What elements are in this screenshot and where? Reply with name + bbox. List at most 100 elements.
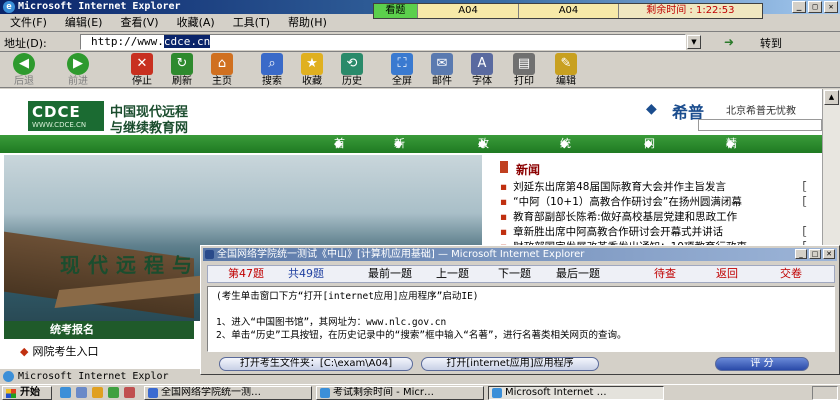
cdce-logo[interactable]: CDCE WWW.CDCE.CN — [28, 101, 104, 131]
quicklaunch-media-icon[interactable] — [92, 387, 103, 398]
menu-file[interactable]: 文件(F) — [10, 14, 47, 31]
taskbar-task[interactable]: Microsoft Internet … — [488, 386, 664, 400]
question-line: (考生单击窗口下方“打开[internet应用]应用程序”启动IE) — [216, 291, 479, 302]
toolbar-label: 邮件 — [432, 76, 452, 87]
standard-toolbar: ◀ 后退 ▶ 前进 ✕ 停止 ↻ 刷新 ⌂ 主页 ⌕ 搜索 ★ 收藏 ⟲ 历史 ⛶ 全屏 ✉ 邮件 A 字体 ▤ 打印 ✎ 编辑 — [0, 52, 840, 88]
stop-icon: ✕ — [131, 53, 153, 75]
question-text: (考生单击窗口下方“打开[internet应用]应用程序”启动IE) 1、进入“… — [207, 286, 835, 352]
quicklaunch-extra-icon[interactable] — [124, 387, 135, 398]
first-question-button[interactable]: 最前一题 — [368, 266, 412, 282]
news-item[interactable]: ▪ 刘延东出席第48届国际教育大会并作主旨发言 ［ — [500, 179, 822, 194]
quicklaunch-desktop-icon[interactable] — [76, 387, 87, 398]
next-question-button[interactable]: 下一题 — [498, 266, 531, 282]
toolbar-favorites-star-button[interactable]: ★ 收藏 — [294, 53, 330, 87]
news-date-bracket: ［ — [796, 226, 807, 238]
dialog-title: 全国网络学院统一测试《中山》[计算机应用基础] — Microsoft Inte… — [217, 249, 585, 260]
toolbar-back-arrow-button[interactable]: ◀ 后退 — [6, 53, 42, 87]
banner-text: 现代远程与 — [60, 253, 200, 277]
scroll-up-icon[interactable]: ▲ — [824, 90, 839, 105]
dialog-maximize-icon[interactable]: □ — [809, 249, 821, 259]
dialog-app-icon — [205, 250, 214, 259]
toolbar-refresh-button[interactable]: ↻ 刷新 — [164, 53, 200, 87]
sponsor-search-box[interactable] — [698, 119, 822, 131]
quicklaunch-app-icon[interactable] — [108, 387, 119, 398]
start-label: 开始 — [20, 387, 40, 398]
view-question-button[interactable]: 看题 — [374, 4, 418, 18]
toolbar-stop-button[interactable]: ✕ 停止 — [124, 53, 160, 87]
task-label: Microsoft Internet … — [505, 387, 607, 398]
taskbar-task[interactable]: 全国网络学院统一测… — [144, 386, 312, 400]
menu-view[interactable]: 查看(V) — [120, 14, 158, 31]
toolbar-label: 收藏 — [302, 76, 322, 87]
open-exam-folder-button[interactable]: 打开考生文件夹：[C:\exam\A04] — [219, 357, 413, 371]
site-name-line2: 与继续教育网 — [110, 121, 189, 136]
remaining-time: 剩余时间 : 1:22:53 — [618, 4, 762, 18]
menu-favorites[interactable]: 收藏(A) — [177, 14, 215, 31]
minimize-icon[interactable]: _ — [792, 1, 806, 13]
news-item[interactable]: ▪ 章新胜出席中阿高教合作研讨会开幕式并讲话 ［ — [500, 224, 822, 239]
dialog-close-icon[interactable]: ✕ — [823, 249, 835, 259]
fullscreen-icon: ⛶ — [391, 53, 413, 75]
score-button[interactable]: 评 分 — [715, 357, 809, 371]
return-button[interactable]: 返回 — [716, 266, 738, 282]
maximize-icon[interactable]: □ — [808, 1, 822, 13]
news-item[interactable]: ▪ “中阿（10+1）高教合作研讨会”在扬州圆满闭幕 ［ — [500, 194, 822, 209]
windows-taskbar: 开始 全国网络学院统一测… 考试剩余时间 - Micr… Microsoft Int… — [0, 384, 840, 400]
toolbar-search-button[interactable]: ⌕ 搜索 — [254, 53, 290, 87]
menu-tools[interactable]: 工具(T) — [233, 14, 270, 31]
sponsor-company[interactable]: 北京希普无忧教 — [726, 102, 796, 117]
news-item[interactable]: ▪ 教育部副部长陈希:做好高校基层党建和思政工作 — [500, 209, 822, 224]
exam-entry-label: 网院考生入口 — [32, 345, 99, 358]
menu-help[interactable]: 帮助(H) — [288, 14, 327, 31]
toolbar-label: 字体 — [472, 76, 492, 87]
address-label: 地址(D): — [4, 37, 47, 50]
question-line — [216, 303, 826, 316]
bullet-icon: ◆ — [20, 345, 29, 358]
toolbar-fullscreen-button[interactable]: ⛶ 全屏 — [384, 53, 420, 87]
toolbar-label: 刷新 — [172, 76, 192, 87]
status-text: Microsoft Internet Explor — [18, 371, 169, 382]
taskbar-task[interactable]: 考试剩余时间 - Micr… — [316, 386, 484, 400]
logo-url: WWW.CDCE.CN — [32, 121, 87, 129]
news-headline: 章新胜出席中阿高教合作研讨会开幕式并讲话 — [513, 226, 724, 238]
edit-icon: ✎ — [555, 53, 577, 75]
question-line: 2、单击“历史”工具按钮，在历史记录中的“搜索”框中输入“名著”，进行名著类相关… — [216, 330, 627, 341]
dialog-minimize-icon[interactable]: _ — [795, 249, 807, 259]
news-date-bracket: ［ — [796, 196, 807, 208]
address-input[interactable]: http://www.cdce.cn — [80, 34, 686, 50]
open-internet-app-button[interactable]: 打开[internet应用]应用程序 — [421, 357, 599, 371]
review-later-button[interactable]: 待查 — [654, 266, 676, 282]
submit-exam-button[interactable]: 交卷 — [780, 266, 802, 282]
exam-timer-bar: 看题 A04 A04 剩余时间 : 1:22:53 — [373, 3, 763, 19]
news-bullet-icon: ▪ — [500, 181, 508, 193]
menu-edit[interactable]: 编辑(E) — [65, 14, 103, 31]
prev-question-button[interactable]: 上一题 — [436, 266, 469, 282]
total-questions: 共49题 — [288, 267, 324, 280]
system-tray[interactable] — [812, 386, 838, 400]
exam-entry-link[interactable]: ◆ 网院考生入口 — [20, 343, 98, 359]
home-icon: ⌂ — [211, 53, 233, 75]
news-date-bracket: ［ — [796, 181, 807, 193]
toolbar-forward-arrow-button[interactable]: ▶ 前进 — [60, 53, 96, 87]
question-line: 1、进入“中国图书馆”，其网址为：www.nlc.gov.cn — [216, 317, 447, 328]
quicklaunch-ie-icon[interactable] — [60, 387, 71, 398]
toolbar-edit-button[interactable]: ✎ 编辑 — [548, 53, 584, 87]
forward-arrow-icon: ▶ — [67, 53, 89, 75]
task-app-icon — [320, 388, 330, 398]
go-arrow-icon[interactable]: ➜ — [724, 35, 734, 49]
start-button[interactable]: 开始 — [2, 386, 52, 400]
toolbar-mail-button[interactable]: ✉ 邮件 — [424, 53, 460, 87]
toolbar-home-button[interactable]: ⌂ 主页 — [204, 53, 240, 87]
close-icon[interactable]: ✕ — [824, 1, 838, 13]
current-question: 第47题 — [228, 267, 264, 280]
dialog-title-bar[interactable]: 全国网络学院统一测试《中山》[计算机应用基础] — Microsoft Inte… — [203, 248, 837, 261]
toolbar-font-button[interactable]: A 字体 — [464, 53, 500, 87]
last-question-button[interactable]: 最后一题 — [556, 266, 600, 282]
address-dropdown-icon[interactable]: ▼ — [687, 35, 701, 49]
logo-text: CDCE — [32, 103, 81, 121]
toolbar-history-button[interactable]: ⟲ 历史 — [334, 53, 370, 87]
toolbar-label: 前进 — [68, 76, 88, 87]
news-headline: 教育部副部长陈希:做好高校基层党建和思政工作 — [513, 211, 738, 223]
go-button[interactable]: 转到 — [760, 35, 782, 51]
toolbar-print-button[interactable]: ▤ 打印 — [506, 53, 542, 87]
